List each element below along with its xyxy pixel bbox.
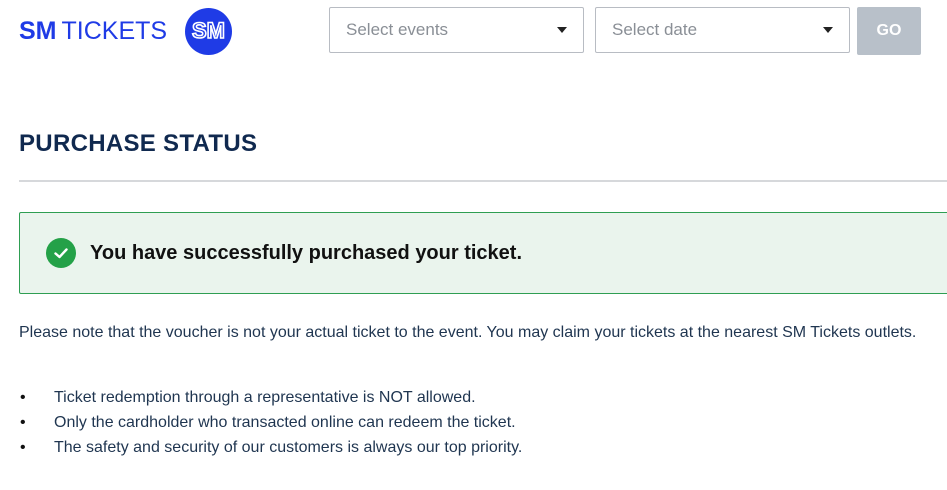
date-select-placeholder: Select date <box>612 20 698 39</box>
events-select-placeholder: Select events <box>346 20 449 39</box>
title-divider <box>19 180 947 182</box>
events-select[interactable]: Select events <box>329 7 584 53</box>
bullet-icon: • <box>20 439 26 456</box>
rule-text: The safety and security of our customers… <box>54 439 523 456</box>
chevron-down-icon <box>557 27 567 33</box>
rule-text: Ticket redemption through a representati… <box>54 389 476 406</box>
sm-badge-graphic: SM <box>191 17 226 44</box>
sm-tickets-logo[interactable]: SM TICKETS SM <box>19 6 233 56</box>
logo-wordmark: SM TICKETS <box>19 17 167 46</box>
list-item: • Ticket redemption through a representat… <box>19 385 522 410</box>
success-alert: You have successfully purchased your tic… <box>19 212 947 294</box>
success-message: You have successfully purchased your tic… <box>90 241 523 264</box>
list-item: • The safety and security of our customer… <box>19 435 522 460</box>
page: SM TICKETS SM Select events Select date G… <box>0 0 947 490</box>
checkmark-graphic <box>54 248 68 259</box>
check-circle-icon <box>46 238 76 268</box>
bullet-icon: • <box>20 414 26 431</box>
voucher-note: Please note that the voucher is not your… <box>19 324 917 341</box>
go-button[interactable]: GO <box>857 7 921 55</box>
sm-badge-icon: SM <box>185 7 233 55</box>
logo-brand-bold: SM <box>19 16 57 45</box>
chevron-down-icon <box>823 27 833 33</box>
logo-brand-light: TICKETS <box>61 16 168 45</box>
rules-list: • Ticket redemption through a representat… <box>19 385 522 460</box>
date-select[interactable]: Select date <box>595 7 850 53</box>
list-item: • Only the cardholder who transacted onli… <box>19 410 522 435</box>
rule-text: Only the cardholder who transacted onlin… <box>54 414 516 431</box>
sm-badge-letters: SM <box>192 18 225 43</box>
bullet-icon: • <box>20 389 26 406</box>
page-title: PURCHASE STATUS <box>19 130 258 157</box>
